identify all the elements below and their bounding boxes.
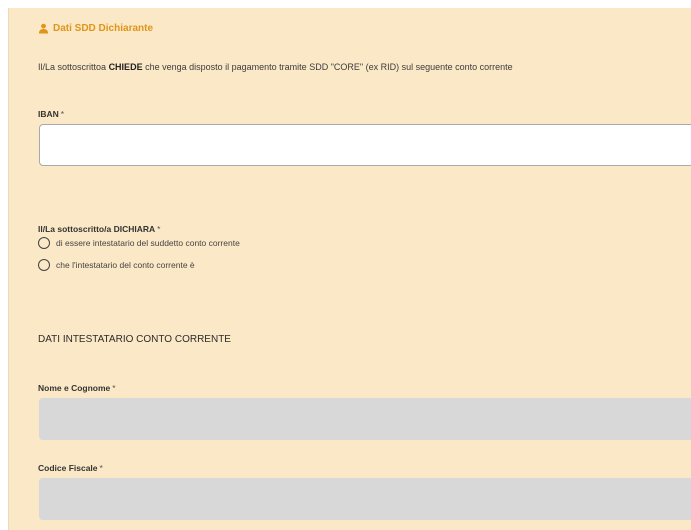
user-icon [38, 23, 49, 34]
radio-option-label: di essere intestatario del suddetto cont… [56, 238, 240, 248]
intro-emphasis: CHIEDE [108, 62, 143, 72]
required-mark: * [60, 109, 65, 119]
intro-suffix: che venga disposto il pagamento tramite … [145, 62, 513, 72]
radio-button[interactable] [38, 259, 50, 271]
dichiara-label: Il/La sottoscritto/a DICHIARA * [38, 224, 160, 234]
section-header: Dati SDD Dichiarante [38, 23, 153, 34]
radio-option-altro-intestatario[interactable]: che l'intestatario del conto corrente è [38, 259, 195, 271]
codice-fiscale-label: Codice Fiscale * [38, 463, 103, 473]
iban-input[interactable] [39, 124, 691, 166]
required-mark: * [99, 463, 103, 473]
dichiara-label-text: Il/La sottoscritto/a DICHIARA [38, 224, 156, 234]
iban-label-text: IBAN [38, 109, 59, 119]
intestatario-title: DATI INTESTATARIO CONTO CORRENTE [38, 334, 231, 345]
radio-option-label: che l'intestatario del conto corrente è [56, 260, 195, 270]
sdd-form-panel: Dati SDD Dichiarante Il/La sottoscrittoa… [8, 8, 691, 530]
required-mark: * [157, 224, 161, 234]
codice-fiscale-field[interactable] [39, 478, 691, 520]
nome-label: Nome e Cognome * [38, 383, 116, 393]
radio-option-intestatario[interactable]: di essere intestatario del suddetto cont… [38, 237, 240, 249]
codice-fiscale-label-text: Codice Fiscale [38, 463, 98, 473]
nome-label-text: Nome e Cognome [38, 383, 111, 393]
radio-button[interactable] [38, 237, 50, 249]
intro-text: Il/La sottoscrittoa CHIEDE che venga dis… [38, 62, 513, 72]
nome-cognome-field[interactable] [39, 398, 691, 440]
section-title: Dati SDD Dichiarante [53, 23, 154, 34]
iban-label: IBAN * [38, 109, 64, 119]
intro-prefix: Il/La sottoscrittoa [38, 62, 107, 72]
required-mark: * [112, 383, 116, 393]
